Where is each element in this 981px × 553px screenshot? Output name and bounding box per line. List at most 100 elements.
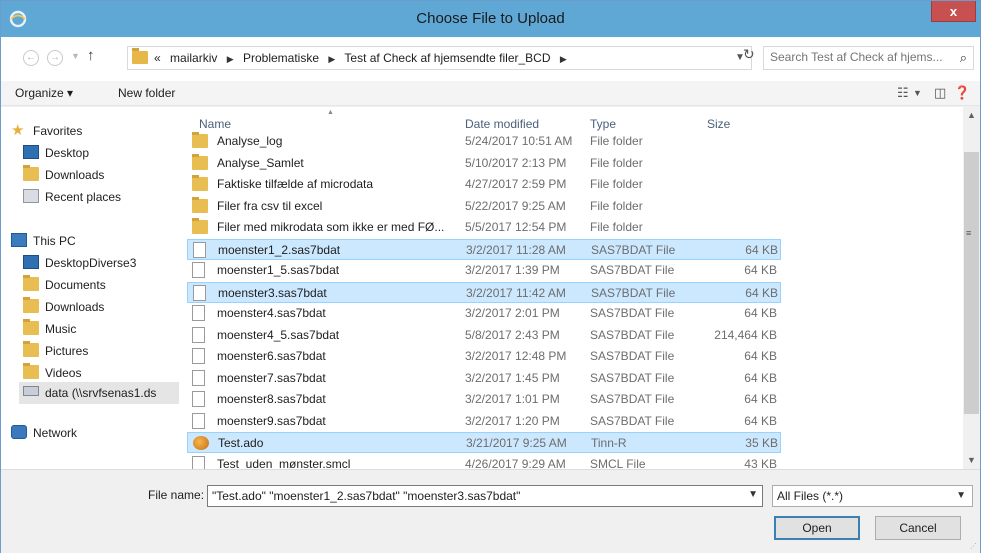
pictures-folder-icon [23,341,39,357]
breadcrumb-overflow[interactable]: « [154,51,161,65]
breadcrumb-item-current[interactable]: Test af Check af hjemsendte filer_BCD [344,51,550,65]
search-icon[interactable]: ⌕ [960,50,967,66]
file-name-cell: moenster3.sas7bdat [218,285,327,300]
file-row[interactable]: moenster4_5.sas7bdat 5/8/2017 2:43 PM SAS7… [187,325,781,346]
file-icon [192,369,205,386]
help-icon[interactable]: ❓ [954,85,970,101]
sidebar-item-desktopdiverse3[interactable]: DesktopDiverse3 [23,253,173,273]
column-header-size[interactable]: Size [707,117,730,131]
file-name-cell: moenster4.sas7bdat [217,306,326,320]
scroll-grip-icon: ≡ [966,228,972,238]
sidebar-item-desktop[interactable]: Desktop [23,143,173,163]
chevron-right-icon[interactable]: ▶ [328,54,335,64]
breadcrumb-item-mailarkiv[interactable]: mailarkiv [170,51,217,65]
file-row[interactable]: Analyse_Samlet 5/10/2017 2:13 PM File fold… [187,153,781,174]
file-row[interactable]: moenster1_5.sas7bdat 3/2/2017 1:39 PM SAS7… [187,260,781,281]
title-bar[interactable]: Choose File to Upload x [1,1,980,37]
breadcrumb-item-problematiske[interactable]: Problematiske [243,51,319,65]
view-chevron-down-icon[interactable]: ▼ [913,88,922,98]
preview-pane-icon[interactable]: ◫ [934,85,946,101]
sidebar-item-downloads-pc[interactable]: Downloads [23,297,173,317]
file-type-cell: SAS7BDAT File [590,306,675,320]
file-row[interactable]: moenster7.sas7bdat 3/2/2017 1:45 PM SAS7BD… [187,368,781,389]
file-size-cell: 64 KB [745,242,778,257]
sidebar-item-recent-places[interactable]: Recent places [23,187,173,207]
file-row[interactable]: moenster9.sas7bdat 3/2/2017 1:20 PM SAS7BD… [187,411,781,432]
forward-button[interactable]: → [47,50,63,66]
file-date-cell: 3/2/2017 1:45 PM [465,370,560,385]
sidebar-item-downloads[interactable]: Downloads [23,165,173,185]
file-name-input[interactable] [212,489,732,503]
star-icon: ★ [11,122,25,139]
file-name-chevron-down-icon[interactable]: ▼ [748,489,758,500]
scroll-down-icon[interactable]: ▼ [963,452,980,469]
file-date-cell: 3/2/2017 1:39 PM [465,263,560,277]
desktop-icon [23,145,39,159]
scroll-thumb[interactable] [964,152,979,414]
back-button[interactable]: ← [23,50,39,66]
scroll-up-icon[interactable]: ▲ [963,107,980,124]
up-button[interactable]: ↑ [87,47,95,64]
open-button[interactable]: Open [774,516,860,540]
file-name-cell: Analyse_Samlet [217,155,304,170]
sidebar-item-pictures[interactable]: Pictures [23,341,173,361]
file-name-cell: Filer fra csv til excel [217,198,323,213]
file-row[interactable]: moenster4.sas7bdat 3/2/2017 2:01 PM SAS7BD… [187,303,781,324]
file-row[interactable]: Test.ado 3/21/2017 9:25 AM Tinn-R 35 KB [187,432,781,453]
file-type-filter[interactable]: All Files (*.*) ▼ [772,485,973,507]
refresh-icon[interactable]: ↻ [743,46,755,63]
vertical-scrollbar[interactable]: ▲ ≡ ▼ [963,107,980,469]
search-input[interactable] [770,50,950,64]
recent-locations-chevron-down-icon[interactable]: ▼ [71,51,80,61]
file-row[interactable]: Filer fra csv til excel 5/22/2017 9:25 AM… [187,196,781,217]
sidebar-item-network[interactable]: Network [11,423,171,443]
sidebar-item-this-pc[interactable]: This PC [11,231,171,251]
recent-places-icon [23,189,39,203]
column-header-type[interactable]: Type [590,117,616,131]
file-row[interactable]: moenster6.sas7bdat 3/2/2017 12:48 PM SAS7B… [187,346,781,367]
file-date-cell: 3/2/2017 1:20 PM [465,413,560,428]
folder-icon [192,132,208,148]
resize-grip-icon[interactable]: ⋰ [970,542,977,550]
new-folder-button[interactable]: New folder [118,86,175,100]
cancel-button[interactable]: Cancel [875,516,961,540]
file-name-cell: moenster9.sas7bdat [217,413,326,428]
folder-icon [192,175,208,191]
view-options-icon[interactable]: ☷ [897,85,909,101]
address-bar[interactable]: « mailarkiv ▶ Problematiske ▶ Test af Ch… [127,46,752,70]
file-icon [193,241,206,258]
search-box[interactable]: ⌕ [763,46,974,70]
organize-button[interactable]: Organize ▾ [15,86,73,100]
sidebar-item-music[interactable]: Music [23,319,173,339]
chevron-right-icon[interactable]: ▶ [227,54,234,64]
file-row[interactable]: moenster8.sas7bdat 3/2/2017 1:01 PM SAS7BD… [187,389,781,410]
sidebar-item-network-drive[interactable]: data (\\srvfsenas1.ds [19,382,179,404]
file-date-cell: 3/2/2017 12:48 PM [465,349,567,363]
file-type-filter-value: All Files (*.*) [777,489,844,503]
file-size-cell: 214,464 KB [714,327,777,342]
column-header-date-modified[interactable]: Date modified [465,117,539,131]
file-icon [192,391,205,407]
close-button[interactable]: x [931,1,976,22]
sidebar-item-favorites[interactable]: ★ Favorites [11,121,171,141]
column-header-name[interactable]: Name [199,117,231,131]
sidebar-item-documents[interactable]: Documents [23,275,173,295]
file-row[interactable]: Analyse_log 5/24/2017 10:51 AM File folder [187,131,781,152]
file-row[interactable]: moenster1_2.sas7bdat 3/2/2017 11:28 AM SAS… [187,238,781,260]
file-row[interactable]: moenster3.sas7bdat 3/2/2017 11:42 AM SAS7B… [187,281,781,303]
file-icon [192,262,205,278]
file-size-cell: 64 KB [744,349,777,363]
address-row: ← → ▼ ↑ « mailarkiv ▶ Problematiske ▶ Te… [1,37,980,81]
file-row[interactable]: Faktiske tilfælde af microdata 4/27/2017 … [187,174,781,195]
file-size-cell: 64 KB [744,413,777,428]
chevron-right-icon[interactable]: ▶ [560,54,567,64]
file-name-combobox[interactable]: ▼ [207,485,763,507]
window-title: Choose File to Upload [416,10,565,27]
file-icon [192,305,205,321]
file-size-cell: 64 KB [745,285,778,300]
file-row[interactable]: Filer med mikrodata som ikke er med FØ..… [187,217,781,238]
file-date-cell: 3/2/2017 11:28 AM [466,242,566,257]
sidebar-item-videos[interactable]: Videos [23,363,173,383]
file-date-cell: 5/24/2017 10:51 AM [465,134,573,148]
file-size-cell: 64 KB [744,392,777,406]
